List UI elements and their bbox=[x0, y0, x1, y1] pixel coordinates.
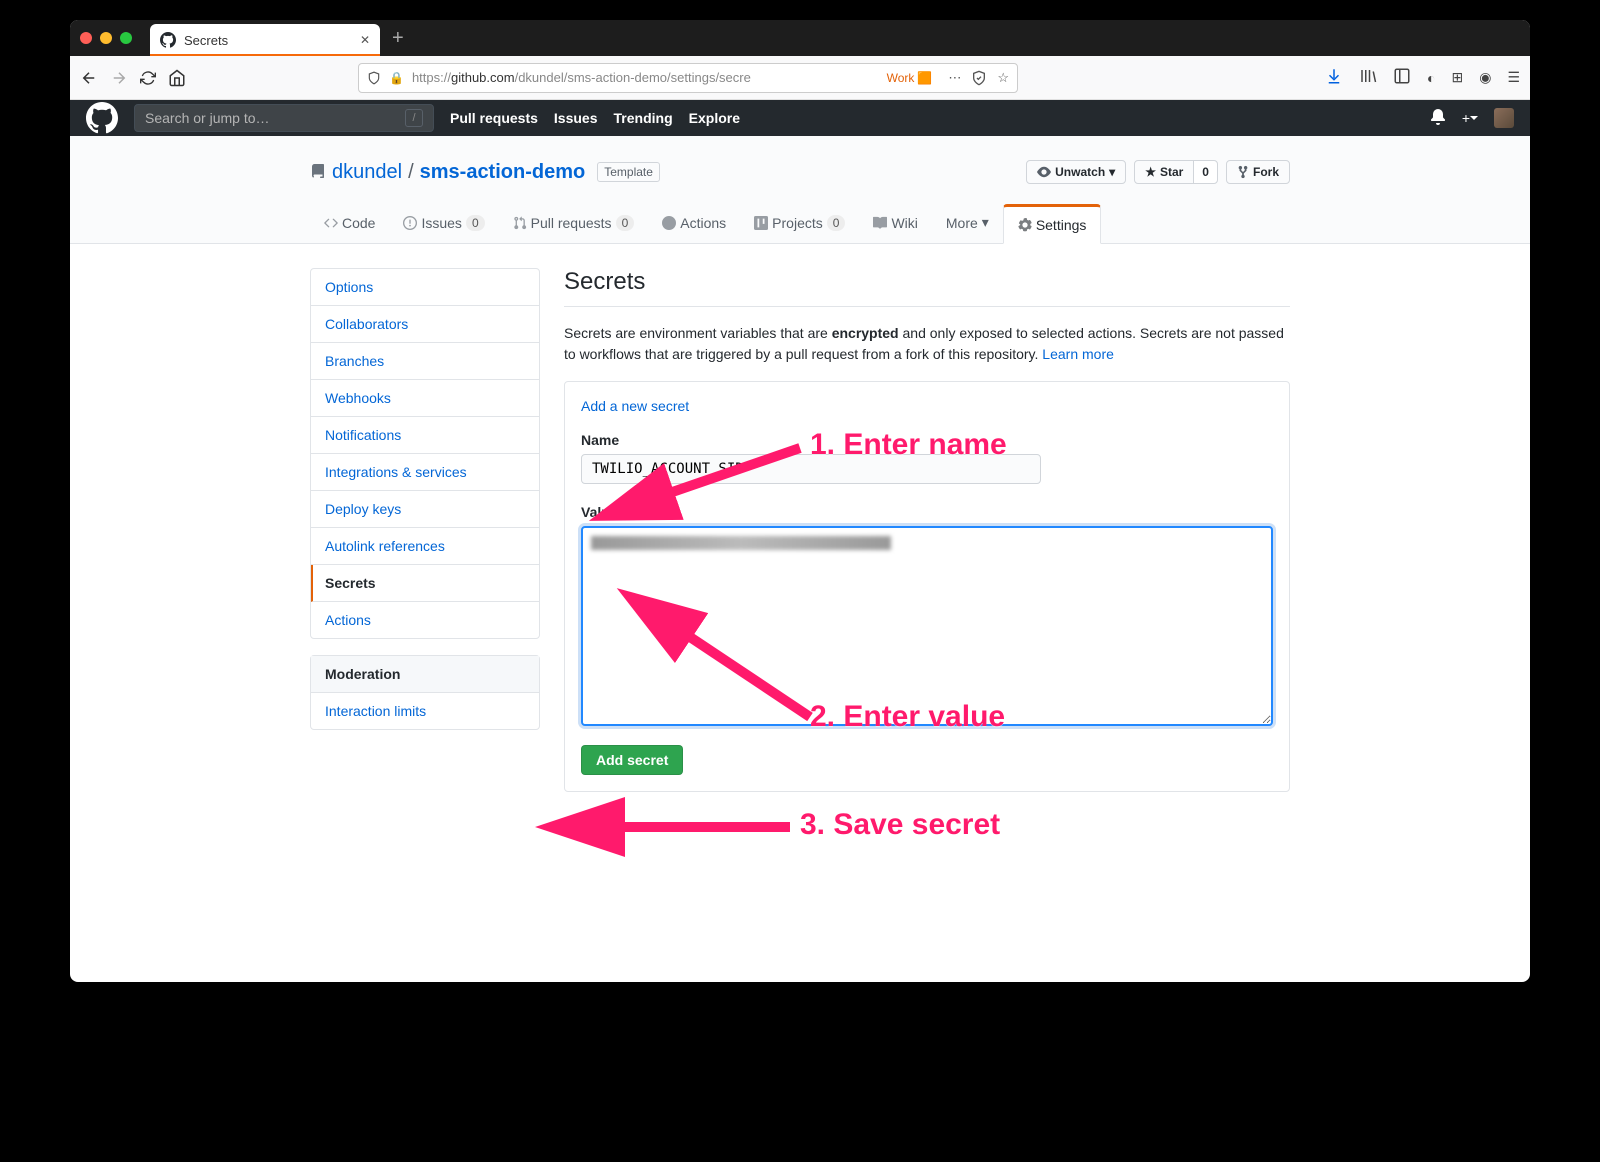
url-text: https://github.com/dkundel/sms-action-de… bbox=[412, 70, 751, 85]
tab-title: Secrets bbox=[184, 33, 228, 48]
redacted-value bbox=[591, 536, 891, 550]
template-badge: Template bbox=[597, 162, 660, 182]
back-button[interactable] bbox=[80, 69, 98, 87]
avatar[interactable] bbox=[1494, 108, 1514, 128]
settings-sidebar: Options Collaborators Branches Webhooks … bbox=[310, 268, 540, 746]
tab-pulls[interactable]: Pull requests0 bbox=[499, 204, 649, 243]
sidebar-item-options[interactable]: Options bbox=[311, 269, 539, 306]
reload-button[interactable] bbox=[140, 70, 156, 86]
moderation-menu: Moderation Interaction limits bbox=[310, 655, 540, 730]
name-label: Name bbox=[581, 432, 1273, 448]
repo-head: dkundel / sms-action-demo Template Unwat… bbox=[70, 136, 1530, 244]
main-column: Secrets Secrets are environment variable… bbox=[564, 268, 1290, 792]
page-description: Secrets are environment variables that a… bbox=[564, 323, 1290, 365]
home-button[interactable] bbox=[168, 69, 186, 87]
slash-icon: / bbox=[405, 109, 423, 127]
sidebar-item-autolink[interactable]: Autolink references bbox=[311, 528, 539, 565]
nav-issues[interactable]: Issues bbox=[554, 110, 598, 126]
sidebar-item-integrations[interactable]: Integrations & services bbox=[311, 454, 539, 491]
address-bar[interactable]: 🔒 https://github.com/dkundel/sms-action-… bbox=[358, 63, 1018, 93]
browser-toolbar: 🔒 https://github.com/dkundel/sms-action-… bbox=[70, 56, 1530, 100]
watch-button[interactable]: Unwatch ▾ bbox=[1026, 160, 1126, 184]
notifications-icon[interactable] bbox=[1430, 109, 1446, 128]
sidebar-item-webhooks[interactable]: Webhooks bbox=[311, 380, 539, 417]
sidebar-item-branches[interactable]: Branches bbox=[311, 343, 539, 380]
browser-tab[interactable]: Secrets ✕ bbox=[150, 24, 380, 56]
tab-settings[interactable]: Settings bbox=[1003, 204, 1102, 244]
search-placeholder: Search or jump to… bbox=[145, 110, 270, 126]
sidebar-item-actions[interactable]: Actions bbox=[311, 602, 539, 638]
tab-more[interactable]: More ▾ bbox=[932, 204, 1003, 243]
maximize-window-icon[interactable] bbox=[120, 32, 132, 44]
shield-icon bbox=[367, 71, 381, 85]
repo-icon bbox=[310, 164, 326, 180]
account-icon[interactable]: ◉ bbox=[1479, 69, 1491, 86]
repo-title: dkundel / sms-action-demo Template Unwat… bbox=[310, 160, 1290, 184]
downloads-icon[interactable] bbox=[1325, 67, 1343, 88]
add-new-secret-link[interactable]: Add a new secret bbox=[581, 398, 1273, 414]
tab-actions[interactable]: Actions bbox=[648, 204, 740, 243]
tab-code[interactable]: Code bbox=[310, 204, 389, 243]
tab-projects[interactable]: Projects0 bbox=[740, 204, 859, 243]
learn-more-link[interactable]: Learn more bbox=[1042, 346, 1114, 362]
secret-value-textarea[interactable] bbox=[581, 526, 1273, 726]
nav-trending[interactable]: Trending bbox=[614, 110, 673, 126]
bookmark-icon[interactable]: ☆ bbox=[997, 70, 1009, 86]
fork-button[interactable]: Fork bbox=[1226, 160, 1290, 184]
github-icon bbox=[160, 32, 176, 48]
minimize-window-icon[interactable] bbox=[100, 32, 112, 44]
window-controls[interactable] bbox=[80, 32, 132, 44]
page-content: dkundel / sms-action-demo Template Unwat… bbox=[70, 136, 1530, 816]
sidebar-item-collaborators[interactable]: Collaborators bbox=[311, 306, 539, 343]
moderation-heading: Moderation bbox=[311, 656, 539, 693]
separator: / bbox=[408, 161, 414, 184]
sidebar-item-interaction-limits[interactable]: Interaction limits bbox=[311, 693, 539, 729]
repo-owner-link[interactable]: dkundel bbox=[332, 161, 402, 184]
sidebar-item-secrets[interactable]: Secrets bbox=[311, 565, 539, 602]
extension-icon-1[interactable]: ◐ bbox=[1427, 70, 1435, 86]
star-button[interactable]: ★ Star0 bbox=[1134, 160, 1218, 184]
secret-name-input[interactable] bbox=[581, 454, 1041, 484]
settings-menu: Options Collaborators Branches Webhooks … bbox=[310, 268, 540, 639]
github-header: Search or jump to… / Pull requests Issue… bbox=[70, 100, 1530, 136]
repo-tabs: Code Issues0 Pull requests0 Actions Proj… bbox=[310, 204, 1290, 243]
library-icon[interactable] bbox=[1359, 67, 1377, 88]
sidebar-item-deploy-keys[interactable]: Deploy keys bbox=[311, 491, 539, 528]
page-actions-icon[interactable]: ⋯ bbox=[948, 70, 961, 86]
sidebar-item-notifications[interactable]: Notifications bbox=[311, 417, 539, 454]
extension-icon-2[interactable]: ⊞ bbox=[1451, 69, 1463, 86]
close-tab-icon[interactable]: ✕ bbox=[360, 33, 370, 47]
repo-name-link[interactable]: sms-action-demo bbox=[420, 161, 586, 184]
value-label: Value bbox=[581, 504, 1273, 520]
lock-icon: 🔒 bbox=[389, 71, 404, 85]
browser-right-icons: ◐ ⊞ ◉ ☰ bbox=[1325, 67, 1520, 88]
add-secret-button[interactable]: Add secret bbox=[581, 745, 683, 775]
github-search-input[interactable]: Search or jump to… / bbox=[134, 104, 434, 132]
reader-icon[interactable] bbox=[971, 70, 987, 86]
menu-icon[interactable]: ☰ bbox=[1507, 69, 1520, 86]
new-tab-button[interactable]: + bbox=[392, 27, 404, 50]
secret-form: Add a new secret Name Value Add secret bbox=[564, 381, 1290, 792]
page-title: Secrets bbox=[564, 268, 1290, 307]
nav-explore[interactable]: Explore bbox=[689, 110, 740, 126]
forward-button bbox=[110, 69, 128, 87]
tab-issues[interactable]: Issues0 bbox=[389, 204, 498, 243]
close-window-icon[interactable] bbox=[80, 32, 92, 44]
nav-pulls[interactable]: Pull requests bbox=[450, 110, 538, 126]
tab-wiki[interactable]: Wiki bbox=[859, 204, 931, 243]
add-dropdown[interactable]: + bbox=[1462, 110, 1478, 126]
sidebar-icon[interactable] bbox=[1393, 67, 1411, 88]
browser-window: Secrets ✕ + 🔒 https://github.com/dkundel… bbox=[70, 20, 1530, 982]
container-badge: Work 🟧 bbox=[887, 71, 933, 85]
browser-tabstrip: Secrets ✕ + bbox=[70, 20, 1530, 56]
github-logo-icon[interactable] bbox=[86, 102, 118, 134]
github-nav: Pull requests Issues Trending Explore bbox=[450, 110, 740, 126]
